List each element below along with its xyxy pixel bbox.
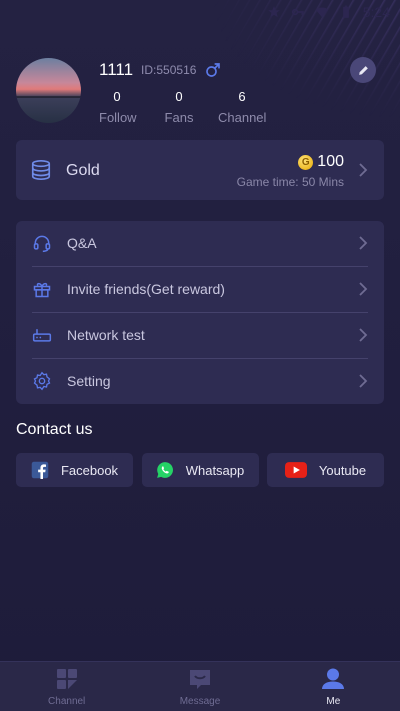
facebook-label: Facebook — [60, 462, 119, 478]
contact-buttons: Facebook Whatsapp Youtube — [16, 453, 384, 487]
key-icon — [291, 8, 304, 16]
grid-icon — [56, 669, 77, 689]
app-screen: 5:24 1111 ID:550516 0 Follow 0 Fans 6 Ch… — [0, 0, 400, 711]
chevron-right-icon — [359, 163, 368, 177]
gold-balance: G 100 — [298, 153, 344, 171]
facebook-button[interactable]: Facebook — [16, 453, 133, 487]
user-info: 1111 ID:550516 — [99, 60, 222, 80]
profile-header: 1111 ID:550516 0 Follow 0 Fans 6 Channel — [16, 57, 384, 127]
follow-label: Follow — [99, 110, 137, 125]
gift-icon — [33, 282, 51, 298]
fans-label: Fans — [164, 110, 194, 125]
menu-item-setting[interactable]: Setting — [16, 359, 384, 405]
nav-label-channel: Channel — [48, 696, 86, 707]
menu-item-qa[interactable]: Q&A — [16, 221, 384, 267]
whatsapp-button[interactable]: Whatsapp — [141, 453, 259, 487]
youtube-icon — [284, 462, 307, 478]
channel-count: 6 — [238, 89, 246, 104]
nav-tab-me[interactable]: Me — [267, 662, 400, 711]
chevron-right-icon — [359, 374, 368, 388]
menu-item-network-test[interactable]: Network test — [16, 313, 384, 359]
status-bar: 5:24 — [0, 0, 400, 24]
whatsapp-icon — [156, 462, 173, 478]
gear-icon — [33, 371, 51, 391]
settings-menu: Q&A Invite friends(Get reward) Network t… — [16, 221, 384, 404]
contact-title: Contact us — [16, 421, 93, 438]
coin-stack-icon — [31, 160, 51, 180]
menu-item-label: Setting — [67, 373, 111, 389]
nav-tab-channel[interactable]: Channel — [0, 662, 133, 711]
status-time: 5:24 — [362, 4, 390, 20]
chevron-right-icon — [359, 282, 368, 296]
bottom-nav: Channel Message Me — [0, 661, 400, 711]
battery-icon — [342, 5, 349, 18]
nav-label-message: Message — [179, 696, 221, 707]
youtube-label: Youtube — [318, 462, 367, 478]
edit-profile-button[interactable] — [350, 57, 376, 83]
menu-item-label: Network test — [67, 327, 145, 343]
star-icon — [267, 6, 280, 18]
male-gender-icon — [206, 63, 221, 77]
gold-amount: 100 — [317, 153, 344, 170]
username: 1111 — [99, 60, 134, 79]
stat-fans[interactable]: 0 Fans — [163, 89, 195, 125]
person-icon — [322, 668, 345, 689]
message-icon — [189, 670, 210, 689]
chevron-right-icon — [359, 328, 368, 342]
wifi-icon — [315, 7, 329, 18]
chevron-right-icon — [359, 236, 368, 250]
facebook-icon — [31, 461, 49, 479]
game-time: Game time: 50 Mins — [236, 175, 344, 189]
stat-follow[interactable]: 0 Follow — [99, 89, 137, 125]
gold-card[interactable]: Gold G 100 Game time: 50 Mins — [16, 140, 384, 200]
fans-count: 0 — [175, 89, 183, 104]
menu-item-label: Invite friends(Get reward) — [67, 281, 225, 297]
router-icon — [32, 329, 52, 342]
gold-label: Gold — [66, 162, 100, 179]
channel-label: Channel — [218, 110, 267, 125]
headset-icon — [33, 235, 51, 253]
whatsapp-label: Whatsapp — [185, 462, 245, 478]
menu-item-invite-friends[interactable]: Invite friends(Get reward) — [16, 267, 384, 313]
nav-tab-message[interactable]: Message — [133, 662, 266, 711]
gold-coin-icon: G — [298, 154, 314, 170]
pencil-icon — [358, 65, 368, 75]
avatar[interactable] — [16, 58, 81, 123]
user-id: ID:550516 — [141, 63, 197, 77]
youtube-button[interactable]: Youtube — [267, 453, 384, 487]
follow-count: 0 — [113, 89, 121, 104]
nav-label-me: Me — [326, 696, 341, 707]
profile-stats: 0 Follow 0 Fans 6 Channel — [99, 89, 266, 125]
menu-item-label: Q&A — [67, 235, 97, 251]
stat-channel[interactable]: 6 Channel — [218, 89, 266, 125]
